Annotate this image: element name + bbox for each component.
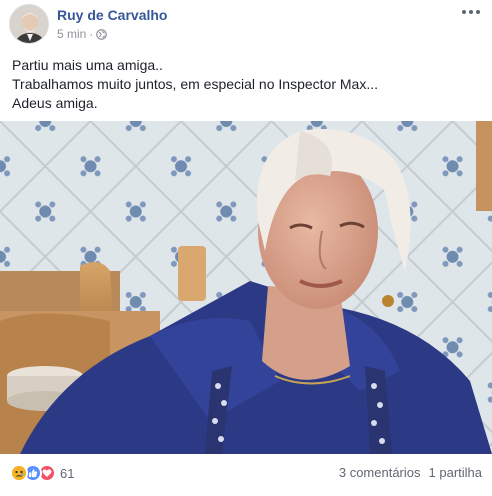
shares-link[interactable]: 1 partilha (429, 465, 482, 480)
post-text-line: Partiu mais uma amiga.. (12, 57, 163, 73)
comments-link[interactable]: 3 comentários (339, 465, 421, 480)
more-options-icon[interactable] (460, 4, 482, 20)
engagement-stats: 3 comentários 1 partilha (339, 465, 482, 480)
post-text: Partiu mais uma amiga.. Trabalhamos muit… (12, 56, 482, 113)
post-timestamp[interactable]: 5 min (57, 27, 86, 41)
author-avatar[interactable] (9, 4, 49, 44)
post-photo[interactable] (0, 121, 492, 454)
author-name[interactable]: Ruy de Carvalho (57, 7, 167, 23)
meta-separator: · (89, 27, 94, 41)
post-meta: 5 min · (57, 27, 108, 41)
reactions-summary[interactable]: 61 (10, 464, 74, 482)
globe-icon[interactable] (96, 28, 108, 40)
sad-icon (10, 464, 28, 482)
post-text-line: Trabalhamos muito juntos, em especial no… (12, 76, 378, 92)
facebook-post: Ruy de Carvalho 5 min · Partiu mais uma … (0, 0, 492, 496)
post-header: Ruy de Carvalho 5 min · (0, 0, 492, 50)
post-text-line: Adeus amiga. (12, 95, 98, 111)
post-footer: 61 3 comentários 1 partilha (0, 455, 492, 496)
reaction-count: 61 (60, 465, 75, 481)
